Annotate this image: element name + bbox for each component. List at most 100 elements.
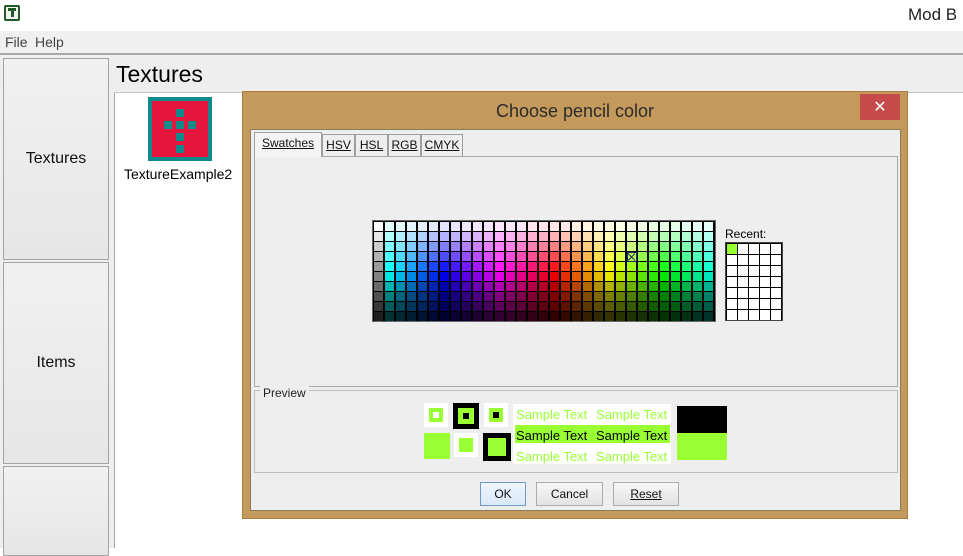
color-swatch[interactable]: [561, 292, 570, 301]
color-swatch[interactable]: [385, 262, 394, 271]
color-swatch[interactable]: [627, 302, 636, 311]
color-swatch[interactable]: [495, 232, 504, 241]
color-swatch[interactable]: [594, 222, 603, 231]
color-swatch[interactable]: [374, 302, 383, 311]
color-swatch[interactable]: [473, 262, 482, 271]
color-swatch[interactable]: [594, 242, 603, 251]
color-swatch[interactable]: [418, 302, 427, 311]
recent-swatch[interactable]: [771, 266, 781, 276]
cancel-button[interactable]: Cancel: [536, 482, 603, 506]
recent-swatch[interactable]: [738, 266, 748, 276]
color-swatch[interactable]: [473, 252, 482, 261]
color-swatch[interactable]: [594, 302, 603, 311]
recent-swatch[interactable]: [727, 310, 737, 320]
color-swatch[interactable]: [407, 292, 416, 301]
color-swatch[interactable]: [396, 282, 405, 291]
color-swatch[interactable]: [594, 232, 603, 241]
color-swatch[interactable]: [495, 282, 504, 291]
color-swatch[interactable]: [484, 252, 493, 261]
color-swatch[interactable]: [517, 302, 526, 311]
color-swatch[interactable]: [374, 272, 383, 281]
color-swatch[interactable]: [583, 272, 592, 281]
color-swatch[interactable]: [484, 242, 493, 251]
color-swatch[interactable]: [517, 282, 526, 291]
color-swatch[interactable]: [660, 282, 669, 291]
recent-swatch[interactable]: [749, 277, 759, 287]
color-swatch[interactable]: [671, 262, 680, 271]
color-swatch[interactable]: [693, 222, 702, 231]
color-swatch[interactable]: [451, 282, 460, 291]
color-swatch[interactable]: [429, 232, 438, 241]
color-swatch[interactable]: [660, 262, 669, 271]
color-swatch[interactable]: [495, 242, 504, 251]
color-swatch[interactable]: [704, 312, 713, 321]
color-swatch[interactable]: [418, 252, 427, 261]
color-swatch[interactable]: [693, 262, 702, 271]
color-swatch[interactable]: [649, 232, 658, 241]
reset-button[interactable]: Reset: [613, 482, 679, 506]
color-swatch[interactable]: [649, 292, 658, 301]
tab-swatches[interactable]: Swatches: [254, 132, 322, 157]
color-swatch[interactable]: [517, 232, 526, 241]
color-swatch[interactable]: [440, 272, 449, 281]
color-swatch[interactable]: [374, 222, 383, 231]
recent-swatch[interactable]: [727, 277, 737, 287]
color-swatch[interactable]: [440, 222, 449, 231]
color-swatch[interactable]: [671, 242, 680, 251]
recent-swatch[interactable]: [771, 277, 781, 287]
color-swatch[interactable]: [561, 252, 570, 261]
color-swatch[interactable]: [517, 242, 526, 251]
color-swatch[interactable]: [605, 232, 614, 241]
color-swatch[interactable]: [627, 232, 636, 241]
color-swatch[interactable]: [594, 312, 603, 321]
color-swatch[interactable]: [484, 272, 493, 281]
color-swatch[interactable]: [506, 252, 515, 261]
color-swatch[interactable]: [616, 222, 625, 231]
color-swatch[interactable]: [605, 272, 614, 281]
recent-swatch[interactable]: [771, 310, 781, 320]
color-swatch[interactable]: [704, 262, 713, 271]
color-swatch[interactable]: [528, 222, 537, 231]
color-swatch[interactable]: [649, 282, 658, 291]
color-swatch[interactable]: [484, 232, 493, 241]
color-swatch[interactable]: [704, 282, 713, 291]
color-swatch[interactable]: [528, 292, 537, 301]
texture-name[interactable]: TextureExample2: [124, 166, 232, 182]
color-swatch[interactable]: [473, 302, 482, 311]
color-swatch[interactable]: [693, 292, 702, 301]
color-swatch[interactable]: [638, 312, 647, 321]
color-swatch[interactable]: [374, 242, 383, 251]
recent-swatch[interactable]: [760, 266, 770, 276]
color-swatch[interactable]: [506, 272, 515, 281]
color-swatch[interactable]: [583, 242, 592, 251]
color-swatch[interactable]: [561, 312, 570, 321]
tab-cmyk[interactable]: CMYK: [421, 134, 463, 156]
color-swatch[interactable]: [572, 242, 581, 251]
color-swatch[interactable]: [440, 282, 449, 291]
color-swatch[interactable]: [407, 282, 416, 291]
color-swatch[interactable]: [649, 272, 658, 281]
color-swatch[interactable]: [418, 312, 427, 321]
color-swatch[interactable]: [462, 312, 471, 321]
color-swatch[interactable]: [671, 302, 680, 311]
color-swatch[interactable]: [451, 312, 460, 321]
color-swatch[interactable]: [451, 292, 460, 301]
color-swatch[interactable]: [660, 272, 669, 281]
color-swatch[interactable]: [627, 242, 636, 251]
color-swatch[interactable]: [429, 222, 438, 231]
color-swatch[interactable]: [660, 222, 669, 231]
color-swatch[interactable]: [572, 222, 581, 231]
color-swatch[interactable]: [616, 312, 625, 321]
recent-swatch[interactable]: [738, 277, 748, 287]
color-swatch[interactable]: [671, 312, 680, 321]
color-swatch[interactable]: [616, 232, 625, 241]
color-swatch[interactable]: [418, 292, 427, 301]
color-swatch[interactable]: [539, 242, 548, 251]
color-swatch[interactable]: [396, 252, 405, 261]
color-swatch[interactable]: [484, 312, 493, 321]
color-swatch[interactable]: [583, 292, 592, 301]
color-swatch[interactable]: [638, 232, 647, 241]
recent-swatch[interactable]: [771, 288, 781, 298]
color-swatch[interactable]: [506, 302, 515, 311]
color-swatch[interactable]: [429, 312, 438, 321]
